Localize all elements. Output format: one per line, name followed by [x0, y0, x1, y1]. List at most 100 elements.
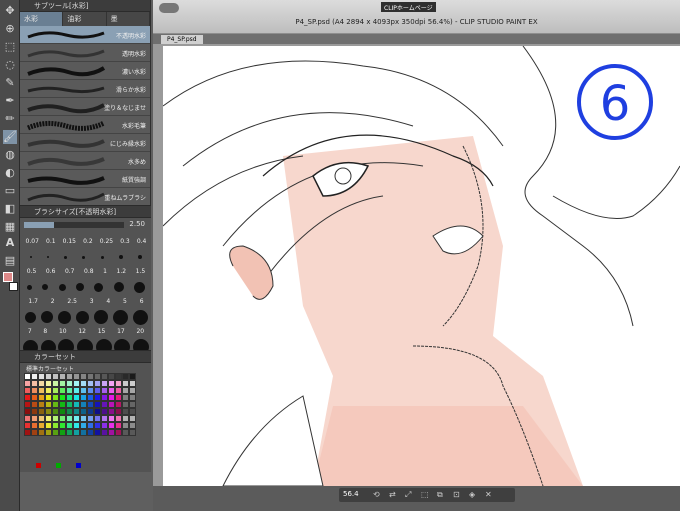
color-swatch[interactable]: [31, 408, 38, 415]
color-swatch[interactable]: [108, 373, 115, 380]
color-swatch[interactable]: [129, 429, 136, 436]
color-swatch[interactable]: [24, 380, 31, 387]
size-dot[interactable]: [64, 255, 68, 259]
color-swatch[interactable]: [59, 429, 66, 436]
color-swatch[interactable]: [73, 373, 80, 380]
eraser-icon[interactable]: ▭: [3, 184, 17, 198]
size-dot[interactable]: [138, 255, 143, 259]
color-swatch[interactable]: [66, 408, 73, 415]
size-label[interactable]: 0.15: [63, 238, 76, 246]
size-label[interactable]: 17: [117, 328, 125, 336]
size-label[interactable]: 0.8: [84, 268, 94, 276]
color-swatch[interactable]: [52, 373, 59, 380]
color-swatch[interactable]: [101, 380, 108, 387]
color-swatch[interactable]: [115, 373, 122, 380]
color-swatch[interactable]: [94, 394, 101, 401]
color-swatch[interactable]: [24, 429, 31, 436]
brush-item[interactable]: 水多め: [20, 152, 150, 170]
color-swatch[interactable]: [108, 422, 115, 429]
size-dot[interactable]: [24, 311, 36, 323]
color-swatch[interactable]: [108, 429, 115, 436]
color-swatch[interactable]: [101, 394, 108, 401]
color-swatch[interactable]: [87, 387, 94, 394]
color-swatch[interactable]: [115, 387, 122, 394]
size-dot[interactable]: [94, 282, 104, 292]
color-swatch[interactable]: [73, 415, 80, 422]
color-swatch[interactable]: [80, 380, 87, 387]
color-swatch[interactable]: [94, 429, 101, 436]
color-swatch[interactable]: [108, 380, 115, 387]
color-swatch[interactable]: [87, 422, 94, 429]
color-swatch[interactable]: [52, 415, 59, 422]
color-swatch[interactable]: [101, 387, 108, 394]
airbrush-icon[interactable]: ◍: [3, 148, 17, 162]
size-dot[interactable]: [57, 310, 71, 324]
size-label[interactable]: 0.3: [120, 238, 130, 246]
color-swatch[interactable]: [31, 415, 38, 422]
color-swatch[interactable]: [101, 373, 108, 380]
document-tab[interactable]: P4_SP.psd: [161, 35, 203, 44]
move-icon[interactable]: ✥: [3, 4, 17, 18]
color-swatch[interactable]: [101, 422, 108, 429]
size-label[interactable]: 3: [90, 298, 94, 306]
color-swatch[interactable]: [59, 380, 66, 387]
size-label[interactable]: 20: [136, 328, 144, 336]
tab-oil[interactable]: 油彩: [63, 12, 107, 26]
brush-item[interactable]: 塗り＆なじませ: [20, 98, 150, 116]
brush-item[interactable]: 濃い水彩: [20, 62, 150, 80]
color-swatch[interactable]: [115, 429, 122, 436]
color-swatch[interactable]: [94, 380, 101, 387]
main-color-icon[interactable]: [3, 272, 13, 282]
color-swatch[interactable]: [129, 408, 136, 415]
size-label[interactable]: 1.2: [117, 268, 127, 276]
size-label[interactable]: 0.7: [65, 268, 75, 276]
size-label[interactable]: 8: [43, 328, 47, 336]
eyedropper-icon[interactable]: ✎: [3, 76, 17, 90]
color-swatch[interactable]: [80, 408, 87, 415]
color-swatch[interactable]: [73, 387, 80, 394]
color-swatch[interactable]: [73, 408, 80, 415]
sub-color-icon[interactable]: [9, 282, 18, 291]
color-swatch[interactable]: [87, 415, 94, 422]
brush-item[interactable]: にじみ縁水彩: [20, 134, 150, 152]
size-label[interactable]: 4: [106, 298, 110, 306]
color-swatch[interactable]: [122, 422, 129, 429]
fill-selection-icon[interactable]: ◈: [469, 490, 475, 499]
brush-item[interactable]: 透明水彩: [20, 44, 150, 62]
color-swatch[interactable]: [59, 415, 66, 422]
color-swatch[interactable]: [45, 429, 52, 436]
color-swatch[interactable]: [24, 373, 31, 380]
color-swatch[interactable]: [31, 401, 38, 408]
brush-item[interactable]: 滑らか水彩: [20, 80, 150, 98]
color-swatch[interactable]: [66, 380, 73, 387]
color-swatch[interactable]: [101, 408, 108, 415]
color-swatch[interactable]: [52, 380, 59, 387]
size-dot[interactable]: [113, 282, 124, 292]
size-label[interactable]: 0.6: [46, 268, 56, 276]
color-swatch[interactable]: [122, 429, 129, 436]
color-swatch[interactable]: [66, 429, 73, 436]
color-swatch[interactable]: [108, 408, 115, 415]
size-dot[interactable]: [132, 309, 148, 325]
color-swatch[interactable]: [24, 415, 31, 422]
color-swatch[interactable]: [115, 401, 122, 408]
size-label[interactable]: 0.2: [83, 238, 93, 246]
ruler-icon[interactable]: ▤: [3, 254, 17, 268]
color-swatch[interactable]: [38, 422, 45, 429]
size-dot[interactable]: [46, 256, 49, 258]
color-swatch[interactable]: [66, 387, 73, 394]
color-swatch[interactable]: [59, 394, 66, 401]
color-swatch[interactable]: [115, 408, 122, 415]
color-swatch[interactable]: [59, 373, 66, 380]
color-swatch[interactable]: [38, 408, 45, 415]
color-swatch[interactable]: [45, 408, 52, 415]
color-swatch[interactable]: [66, 401, 73, 408]
size-label[interactable]: 12: [78, 328, 86, 336]
size-dot[interactable]: [27, 284, 33, 290]
color-swatch[interactable]: [122, 387, 129, 394]
pen-icon[interactable]: ✒: [3, 94, 17, 108]
color-swatch[interactable]: [59, 401, 66, 408]
brush-item[interactable]: 紙質強調: [20, 170, 150, 188]
color-swatch[interactable]: [66, 373, 73, 380]
size-label[interactable]: 0.1: [46, 238, 56, 246]
